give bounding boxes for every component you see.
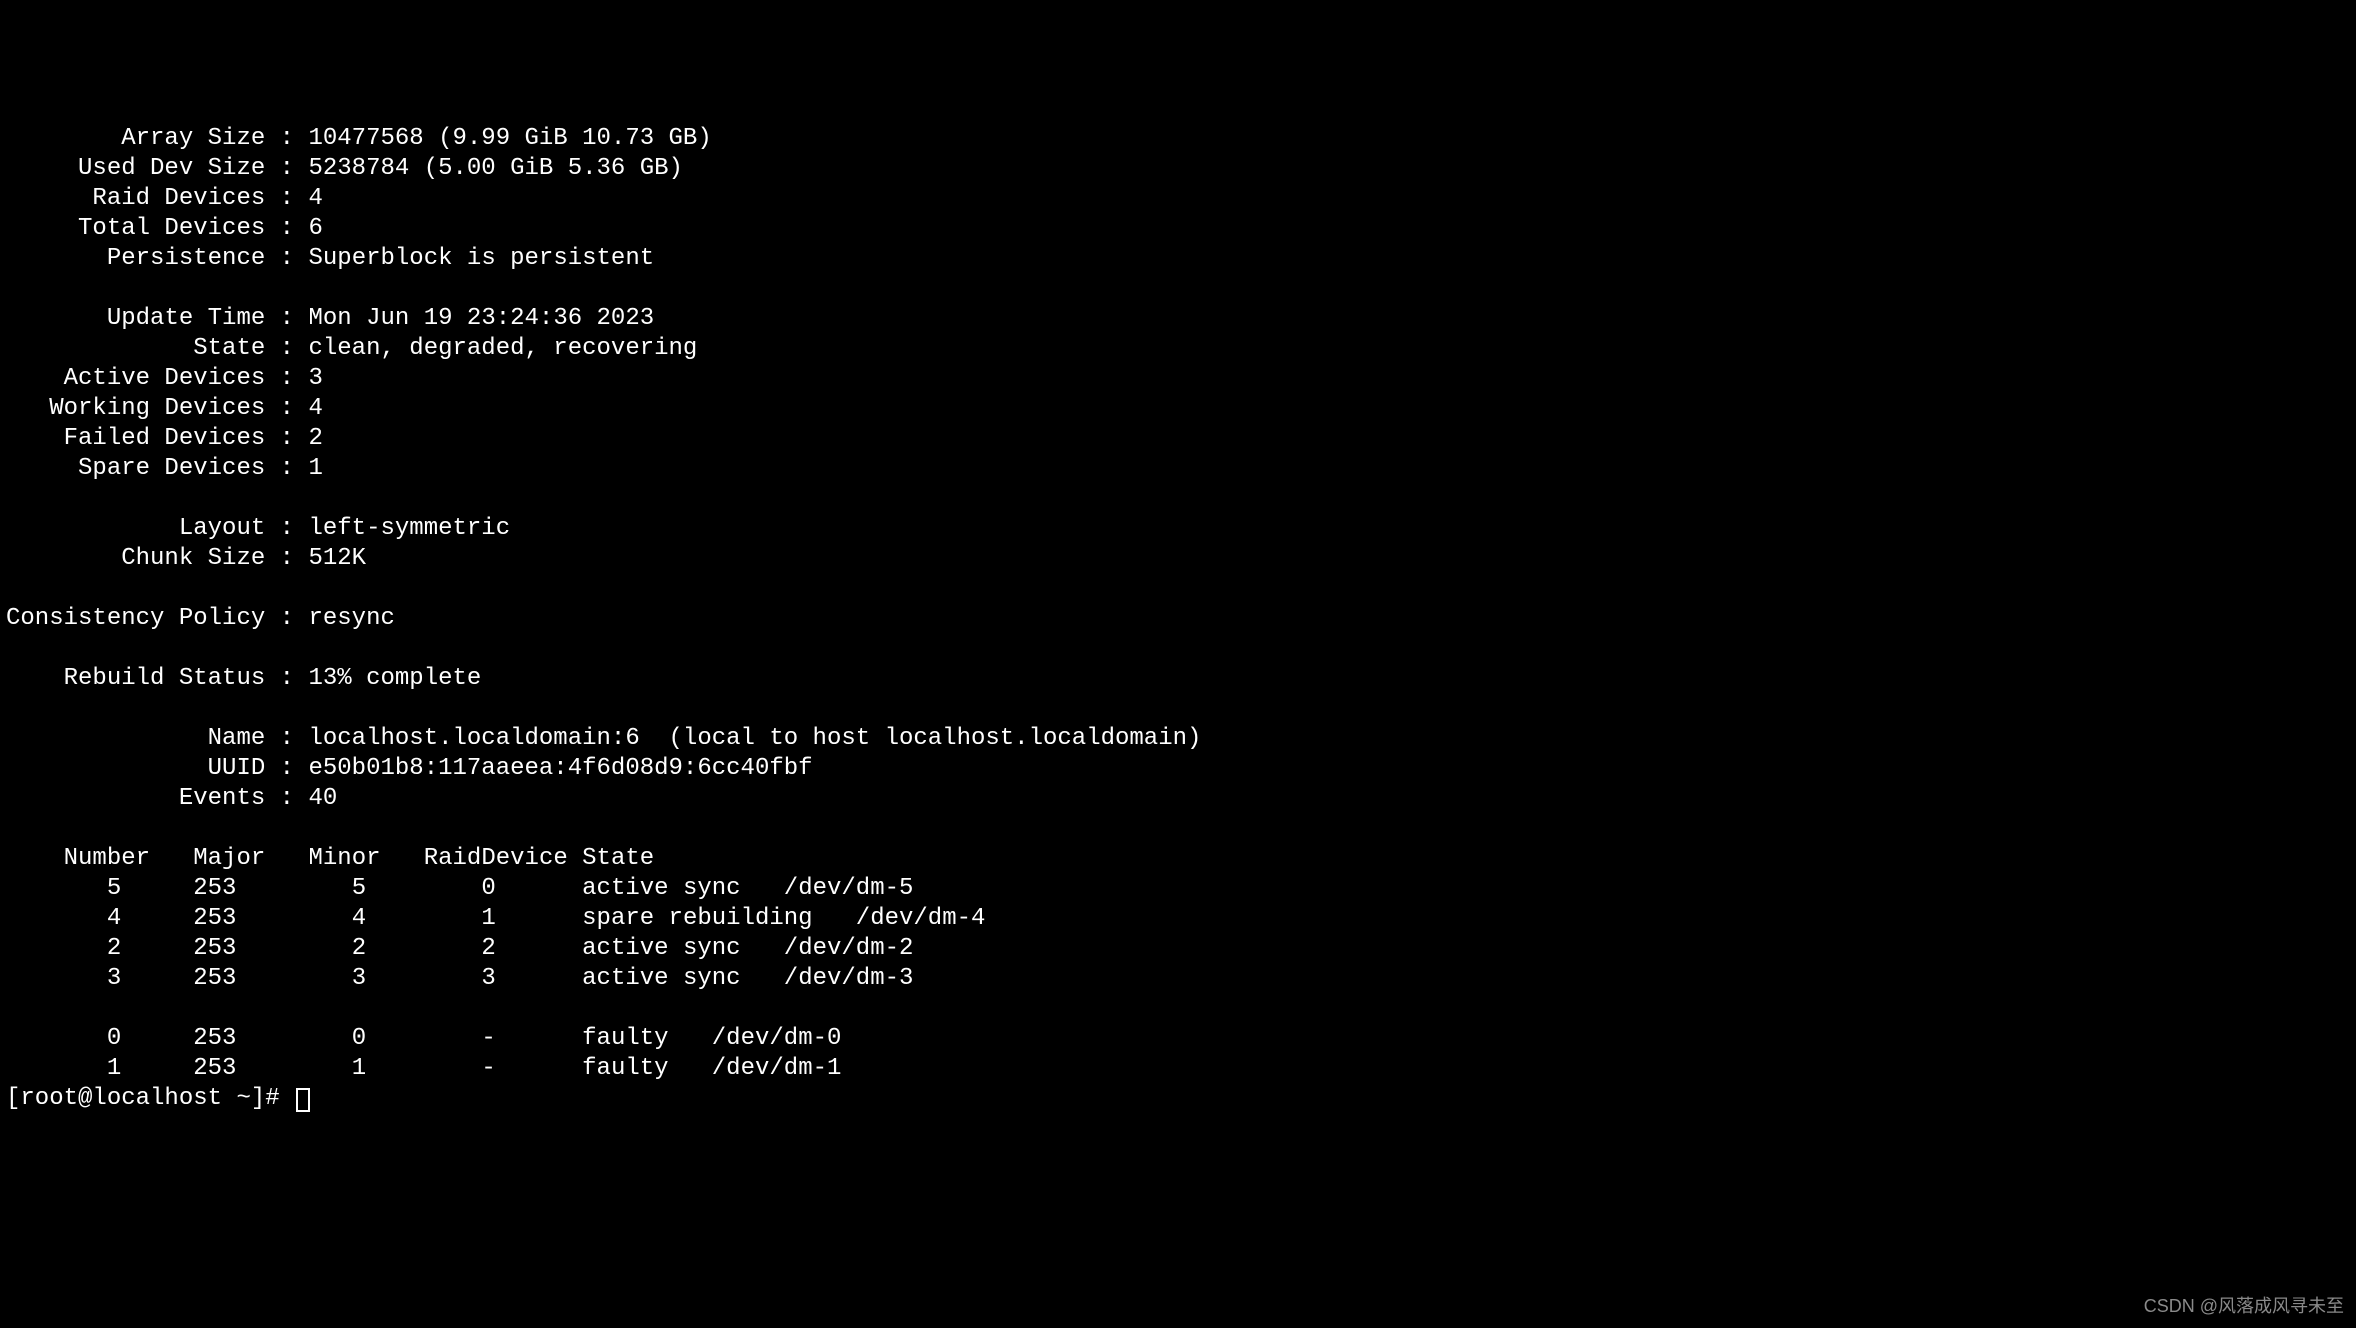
field-label: Rebuild Status : xyxy=(6,665,308,692)
field-value: 3 xyxy=(308,365,322,392)
table-row: 1 253 1 - faulty /dev/dm-1 xyxy=(6,1055,841,1082)
field-label: Name : xyxy=(6,725,308,752)
watermark-text: CSDN @风落成风寻未至 xyxy=(2144,1295,2344,1318)
field-value: 10477568 (9.99 GiB 10.73 GB) xyxy=(308,125,711,152)
field-value: 1 xyxy=(308,455,322,482)
field-value: localhost.localdomain:6 (local to host l… xyxy=(308,725,1201,752)
field-value: 512K xyxy=(308,545,366,572)
table-row: 4 253 4 1 spare rebuilding /dev/dm-4 xyxy=(6,905,985,932)
field-label: Consistency Policy : xyxy=(6,605,308,632)
table-row: 0 253 0 - faulty /dev/dm-0 xyxy=(6,1025,841,1052)
field-value: 4 xyxy=(308,185,322,212)
field-value: Mon Jun 19 23:24:36 2023 xyxy=(308,305,654,332)
cursor-icon[interactable] xyxy=(296,1088,310,1112)
table-row: 5 253 5 0 active sync /dev/dm-5 xyxy=(6,875,913,902)
field-label: UUID : xyxy=(6,755,308,782)
field-label: Layout : xyxy=(6,515,308,542)
field-label: Array Size : xyxy=(6,125,308,152)
field-label: Working Devices : xyxy=(6,395,308,422)
field-value: 5238784 (5.00 GiB 5.36 GB) xyxy=(308,155,682,182)
field-label: Spare Devices : xyxy=(6,455,308,482)
table-row: 2 253 2 2 active sync /dev/dm-2 xyxy=(6,935,913,962)
field-label: Used Dev Size : xyxy=(6,155,308,182)
field-value: clean, degraded, recovering xyxy=(308,335,697,362)
field-value: 6 xyxy=(308,215,322,242)
shell-prompt: [root@localhost ~]# xyxy=(6,1085,294,1112)
field-value: 13% complete xyxy=(308,665,481,692)
field-label: Total Devices : xyxy=(6,215,308,242)
table-header-row: Number Major Minor RaidDevice State xyxy=(6,845,654,872)
field-label: Events : xyxy=(6,785,308,812)
field-label: Update Time : xyxy=(6,305,308,332)
field-label: Raid Devices : xyxy=(6,185,308,212)
field-value: resync xyxy=(308,605,394,632)
field-label: Persistence : xyxy=(6,245,308,272)
field-value: Superblock is persistent xyxy=(308,245,654,272)
field-label: Active Devices : xyxy=(6,365,308,392)
terminal-output[interactable]: Array Size : 10477568 (9.99 GiB 10.73 GB… xyxy=(0,120,2356,1118)
field-value: left-symmetric xyxy=(308,515,510,542)
field-label: Failed Devices : xyxy=(6,425,308,452)
field-value: 2 xyxy=(308,425,322,452)
field-value: 40 xyxy=(308,785,337,812)
field-label: Chunk Size : xyxy=(6,545,308,572)
field-label: State : xyxy=(6,335,308,362)
table-row: 3 253 3 3 active sync /dev/dm-3 xyxy=(6,965,913,992)
field-value: 4 xyxy=(308,395,322,422)
field-value: e50b01b8:117aaeea:4f6d08d9:6cc40fbf xyxy=(308,755,812,782)
